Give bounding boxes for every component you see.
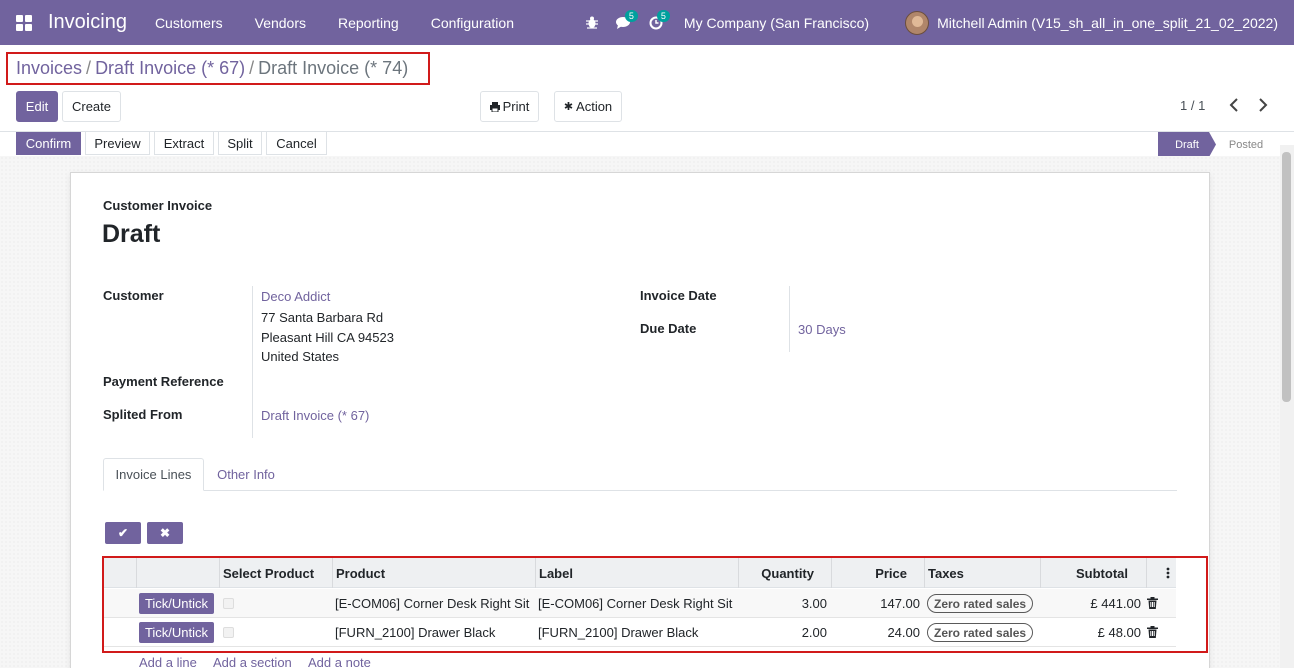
user-avatar[interactable]	[905, 10, 930, 35]
splited-from-label: Splited From	[103, 407, 183, 422]
breadcrumb-separator: /	[86, 58, 92, 78]
breadcrumb-separator: /	[249, 58, 255, 78]
customer-address-line: United States	[261, 349, 340, 364]
invoice-title: Draft	[102, 220, 161, 248]
notebook-tabs: Invoice Lines Other Info	[103, 458, 1177, 491]
company-switcher[interactable]: My Company (San Francisco)	[684, 15, 869, 31]
clock-icon[interactable]: 5	[640, 0, 672, 45]
stage-posted[interactable]: Posted	[1218, 132, 1274, 157]
splited-from-link[interactable]: Draft Invoice (* 67)	[261, 408, 369, 423]
edit-button[interactable]: Edit	[16, 91, 58, 122]
comments-icon[interactable]: 5	[608, 0, 640, 45]
breadcrumb-invoices[interactable]: Invoices	[16, 58, 82, 79]
pager-value[interactable]: 1 / 1	[1180, 98, 1205, 113]
menu-configuration[interactable]: Configuration	[431, 15, 514, 31]
invoice-lines-highlight	[102, 556, 1208, 653]
preview-button[interactable]: Preview	[85, 132, 150, 155]
print-icon	[489, 101, 500, 112]
tab-other-info[interactable]: Other Info	[204, 458, 288, 491]
confirm-button[interactable]: Confirm	[16, 132, 81, 155]
invoice-type-label: Customer Invoice	[103, 198, 213, 213]
menu-customers[interactable]: Customers	[155, 15, 223, 31]
top-navbar: Invoicing Customers Vendors Reporting Co…	[0, 0, 1294, 45]
discard-line-button[interactable]: ✖	[147, 522, 183, 544]
split-button[interactable]: Split	[218, 132, 262, 155]
print-button[interactable]: Print	[480, 91, 539, 122]
due-date-value[interactable]: 30 Days	[798, 322, 846, 337]
extract-button[interactable]: Extract	[154, 132, 214, 155]
messages-badge: 5	[624, 10, 638, 22]
gear-icon: ✱	[563, 101, 574, 113]
customer-label: Customer	[103, 288, 164, 303]
breadcrumb: Invoices / Draft Invoice (* 67) / Draft …	[6, 52, 430, 85]
action-button[interactable]: ✱ Action	[554, 91, 622, 122]
tab-invoice-lines[interactable]: Invoice Lines	[103, 458, 204, 491]
due-date-label: Due Date	[640, 321, 697, 336]
status-bar: Confirm Preview Extract Split Cancel Dra…	[0, 131, 1294, 157]
activities-badge: 5	[656, 10, 670, 22]
payment-reference-label: Payment Reference	[103, 374, 224, 389]
add-line-link[interactable]: Add a line	[139, 655, 197, 668]
add-note-link[interactable]: Add a note	[308, 655, 371, 668]
menu-reporting[interactable]: Reporting	[338, 15, 399, 31]
app-name[interactable]: Invoicing	[48, 11, 127, 34]
user-menu[interactable]: Mitchell Admin (V15_sh_all_in_one_split_…	[937, 15, 1278, 31]
close-icon: ✖	[159, 526, 171, 540]
check-icon: ✔	[117, 526, 129, 540]
cancel-button[interactable]: Cancel	[266, 132, 327, 155]
customer-address-line: Pleasant Hill CA 94523	[261, 330, 394, 345]
save-line-button[interactable]: ✔	[105, 522, 141, 544]
customer-name-link[interactable]: Deco Addict	[261, 289, 330, 304]
breadcrumb-draft-67[interactable]: Draft Invoice (* 67)	[95, 58, 245, 79]
apps-menu-icon[interactable]	[0, 0, 48, 45]
field-divider	[252, 286, 253, 438]
add-section-link[interactable]: Add a section	[213, 655, 292, 668]
field-divider	[789, 286, 790, 352]
action-label: Action	[576, 99, 613, 114]
create-button[interactable]: Create	[62, 91, 121, 122]
print-label: Print	[502, 99, 530, 114]
menu-vendors[interactable]: Vendors	[255, 15, 306, 31]
pager-next-icon[interactable]	[1258, 96, 1268, 117]
pager-previous-icon[interactable]	[1229, 96, 1239, 117]
breadcrumb-current: Draft Invoice (* 74)	[258, 58, 409, 78]
invoice-date-label: Invoice Date	[640, 288, 717, 303]
stage-draft[interactable]: Draft	[1158, 132, 1216, 157]
create-label: Create	[71, 99, 112, 114]
scrollbar-thumb[interactable]	[1282, 152, 1291, 402]
customer-address-line: 77 Santa Barbara Rd	[261, 310, 384, 325]
bug-icon[interactable]	[576, 0, 608, 45]
